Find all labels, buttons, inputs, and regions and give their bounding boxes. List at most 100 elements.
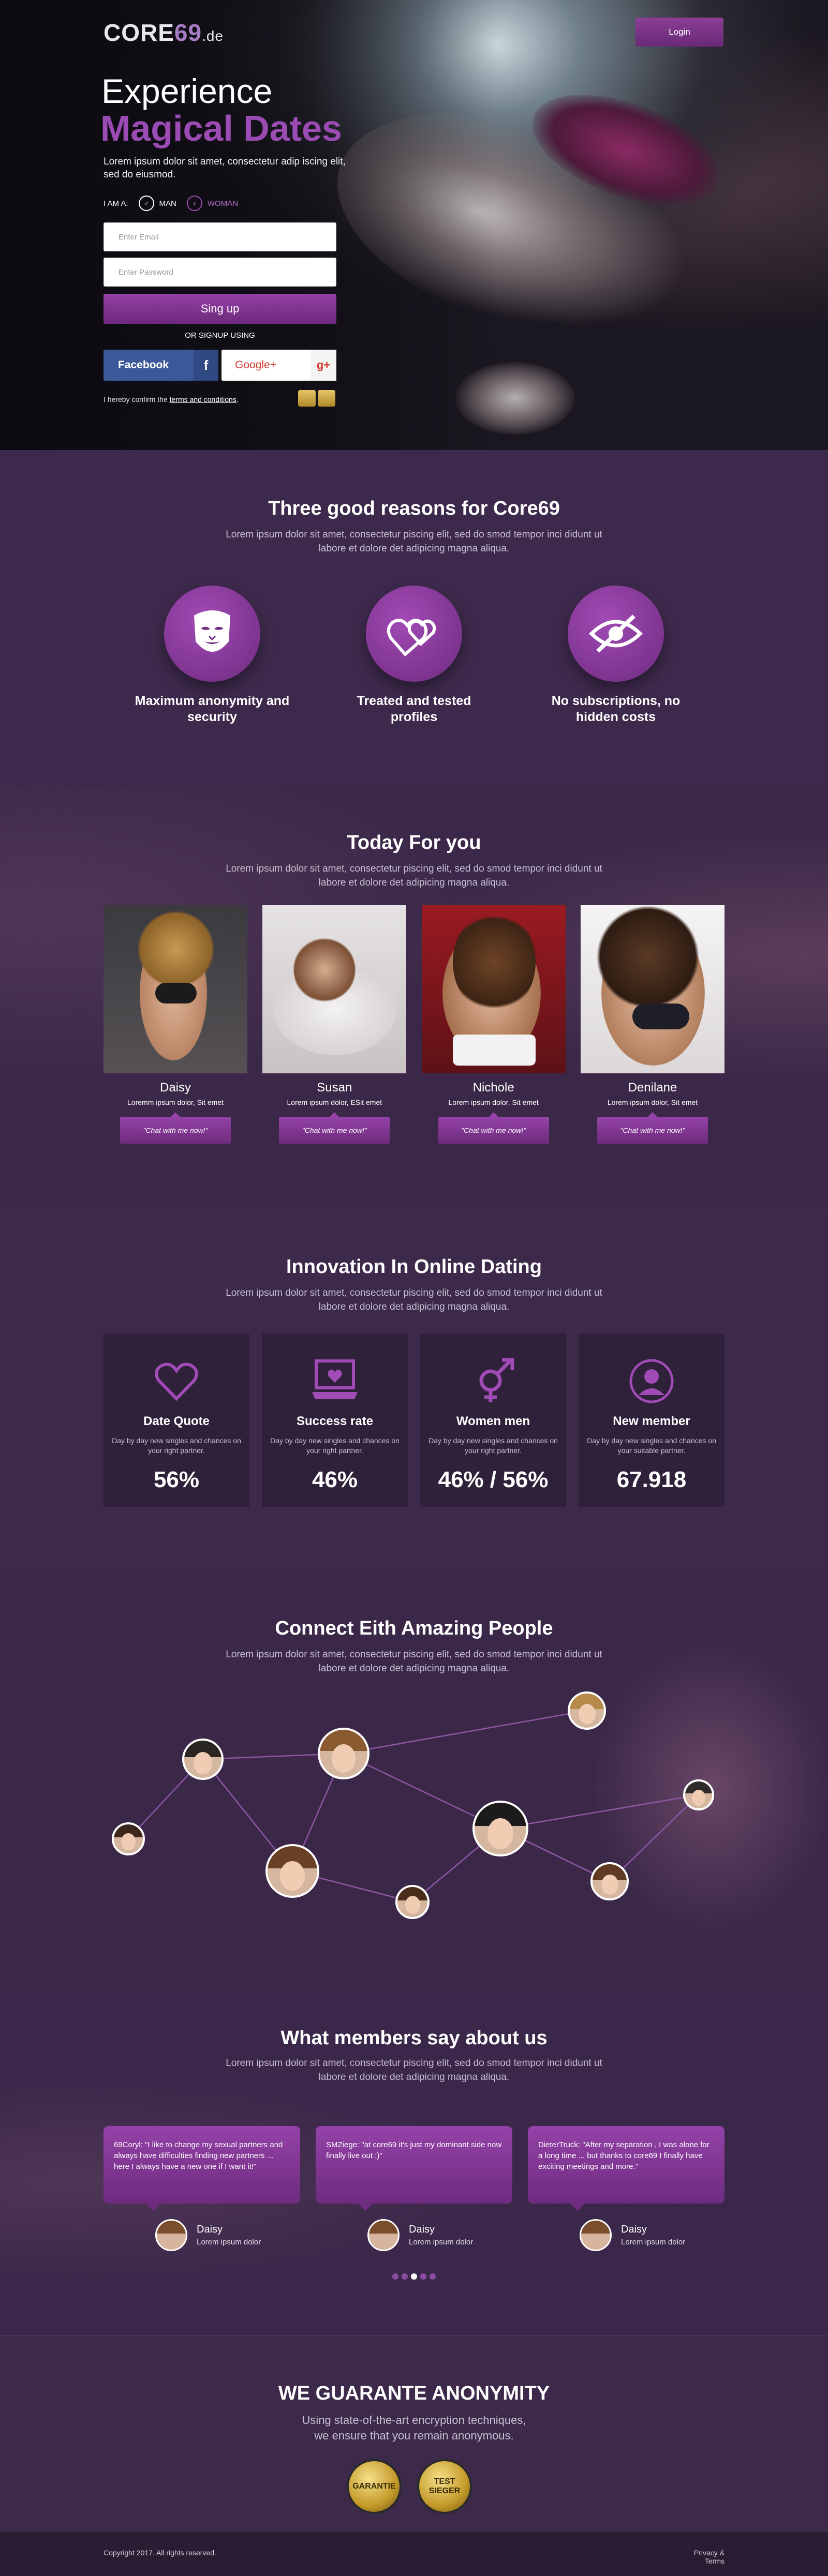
reason-label: Treated and tested profiles (357, 694, 471, 724)
reasons-list: Maximum anonymity and security Treated a… (135, 586, 693, 725)
member-avatar[interactable] (265, 1844, 319, 1898)
stat-title: Success rate (296, 1414, 374, 1428)
man-icon[interactable]: ♂ (138, 196, 154, 211)
or-signup-label: OR SIGNUP USING (185, 331, 255, 340)
profile-name: Susan (317, 1081, 352, 1095)
testimonials-section: What members say about us Lorem ipsum do… (0, 1994, 828, 2335)
google-button[interactable]: Google+ g+ (221, 350, 336, 381)
member-icon (579, 1355, 724, 1407)
testimonial: 69Coryl: "I like to change my sexual par… (103, 2126, 300, 2251)
profile-card[interactable]: Denilane Lorem ipsum dolor, Sit emet "Ch… (580, 905, 724, 1144)
carousel-dot[interactable] (430, 2273, 436, 2280)
guarantee-title: WE GUARANTE ANONYMITY (278, 2383, 550, 2404)
seal-icon (298, 390, 316, 407)
logo-text: CORE (103, 19, 174, 46)
password-field[interactable]: Enter Password (103, 258, 336, 287)
seals: GARANTIE TEST SIEGER (347, 2459, 472, 2514)
member-avatar[interactable] (318, 1728, 369, 1779)
stat-card: Success rate Day by day new singles and … (262, 1334, 408, 1507)
profile-photo[interactable] (103, 905, 247, 1073)
hero-title: Experience (101, 72, 273, 110)
testimonial-author: Daisy Lorem ipsum dolor (367, 2219, 512, 2251)
woman-icon[interactable]: ♀ (186, 196, 202, 211)
reasons-title: Three good reasons for Core69 (268, 498, 560, 519)
member-avatar[interactable] (590, 1862, 629, 1900)
login-button[interactable]: Login (635, 18, 723, 47)
stat-card: Date Quote Day by day new singles and ch… (103, 1334, 249, 1507)
guarantee-line: we ensure that you remain anonymous. (314, 2429, 514, 2442)
stat-title: New member (613, 1414, 690, 1428)
reason-label: Maximum anonymity and security (135, 694, 290, 724)
stat-title: Date Quote (143, 1414, 210, 1428)
carousel-dot[interactable] (392, 2273, 398, 2280)
stats-list: Date Quote Day by day new singles and ch… (103, 1334, 724, 1507)
member-avatar[interactable] (395, 1885, 430, 1919)
testimonials-list: 69Coryl: "I like to change my sexual par… (103, 2126, 724, 2251)
member-avatar[interactable] (112, 1822, 145, 1855)
profile-name: Daisy (159, 1081, 191, 1095)
reason-label: No subscriptions, no hidden costs (551, 694, 681, 724)
testimonial: SMZiege: "at core69 it's just my dominan… (316, 2126, 512, 2251)
testimonials-title: What members say about us (280, 2027, 548, 2049)
stat-value: 56% (153, 1467, 200, 1492)
reasons-section: Three good reasons for Core69 Lorem ipsu… (0, 450, 828, 786)
chat-button[interactable]: "Chat with me now!" (120, 1112, 231, 1144)
guarantee-line: Using state-of-the-art encryption techni… (302, 2414, 526, 2427)
woman-option[interactable]: WOMAN (208, 199, 238, 208)
profile-card[interactable]: Susan Lorem ipsum dolor, ESit emet "Chat… (262, 905, 407, 1144)
connect-section: Connect Eith Amazing People Lorem ipsum … (0, 1570, 828, 1994)
avatar (155, 2219, 187, 2251)
reason-item: Maximum anonymity and security (135, 586, 290, 725)
testimonial-text: 69Coryl: "I like to change my sexual par… (103, 2126, 300, 2211)
carousel-dots (0, 2273, 828, 2280)
email-field[interactable]: Enter Email (103, 222, 336, 251)
terms-confirm: I hereby confirm the terms and condition… (103, 395, 239, 403)
member-avatar[interactable] (472, 1801, 528, 1856)
terms-link[interactable]: terms and conditions (170, 395, 236, 403)
site-logo[interactable]: CORE69.de (103, 19, 224, 47)
profile-photo[interactable] (421, 905, 566, 1073)
author-role: Lorem ipsum dolor (197, 2238, 261, 2246)
profile-subtitle: Lorem ipsum dolor, ESit emet (287, 1098, 382, 1106)
today-title: Today For you (347, 832, 481, 853)
facebook-label: Facebook (118, 359, 169, 371)
profile-name: Nichole (472, 1081, 514, 1095)
facebook-icon: f (194, 350, 218, 381)
profile-card[interactable]: Nichole Lorem ipsum dolor, Sit emet "Cha… (421, 905, 566, 1144)
terms-suffix: . (236, 395, 239, 403)
stat-value: 46% / 56% (438, 1467, 549, 1492)
member-avatar[interactable] (568, 1691, 606, 1730)
member-avatar[interactable] (182, 1739, 224, 1780)
testimonial-author: Daisy Lorem ipsum dolor (155, 2219, 300, 2251)
reason-item: Treated and tested profiles (336, 586, 492, 725)
carousel-dot[interactable] (402, 2273, 408, 2280)
stat-value: 67.918 (616, 1467, 687, 1492)
avatar (367, 2219, 400, 2251)
author-name: Daisy (409, 2224, 435, 2235)
facebook-button[interactable]: Facebook f (103, 350, 218, 381)
signup-button[interactable]: Sing up (103, 294, 336, 324)
profile-subtitle: Loremm ipsum dolor, Sit emet (127, 1098, 224, 1106)
author-role: Lorem ipsum dolor (409, 2238, 474, 2246)
chat-button[interactable]: "Chat with me now!" (279, 1112, 390, 1144)
carousel-dot[interactable] (420, 2273, 426, 2280)
carousel-dot[interactable] (411, 2273, 417, 2280)
chat-button[interactable]: "Chat with me now!" (597, 1112, 708, 1144)
man-option[interactable]: MAN (159, 199, 176, 208)
profile-card[interactable]: Daisy Loremm ipsum dolor, Sit emet "Chat… (103, 905, 247, 1144)
today-section: Today For you Lorem ipsum dolor sit amet… (0, 786, 828, 1208)
profile-photo[interactable] (580, 905, 724, 1073)
stat-description: Day by day new singles and chances on yo… (112, 1436, 241, 1455)
profile-name: Denilane (628, 1081, 677, 1095)
test-winner-seal-icon: TEST SIEGER (417, 2459, 472, 2514)
member-avatar[interactable] (683, 1779, 714, 1810)
chat-button[interactable]: "Chat with me now!" (438, 1112, 549, 1144)
profile-subtitle: Lorem ipsum dolor, Sit emet (607, 1098, 698, 1106)
profile-photo[interactable] (262, 905, 407, 1073)
innovation-description: Lorem ipsum dolor sit amet, consectetur … (226, 1287, 602, 1312)
connect-description: Lorem ipsum dolor sit amet, consectetur … (226, 1649, 602, 1674)
google-label: Google+ (235, 359, 276, 371)
mask-icon (164, 586, 260, 682)
privacy-link[interactable]: Privacy & Terms (673, 2549, 724, 2565)
terms-prefix: I hereby confirm the (103, 395, 170, 403)
